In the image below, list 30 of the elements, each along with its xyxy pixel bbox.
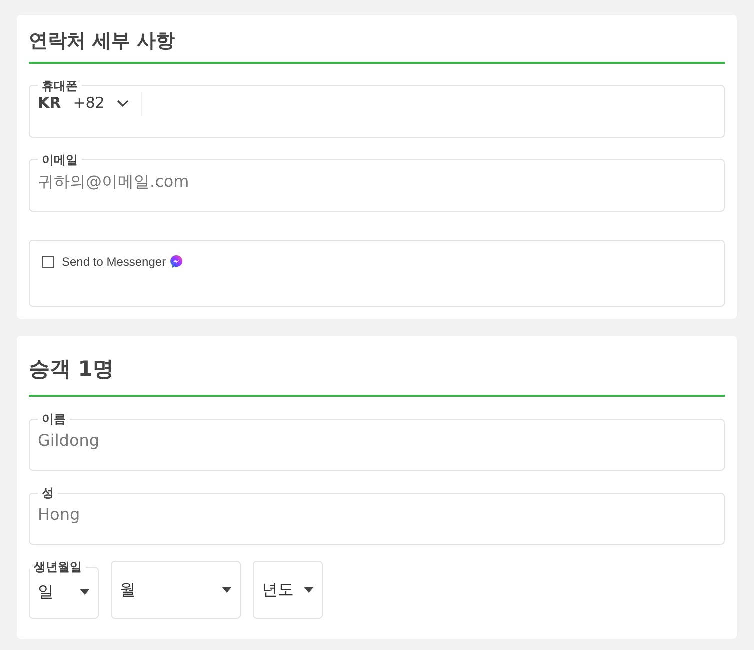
dropdown-arrow-icon	[304, 587, 314, 593]
country-code-select[interactable]: KR +82	[38, 92, 142, 116]
date-select[interactable]: 생년월일 일	[29, 561, 99, 619]
first-name-input[interactable]: Gildong	[38, 425, 716, 453]
field-label: 성	[41, 487, 55, 499]
first-name-field[interactable]: 이름 Gildong	[29, 413, 725, 471]
email-field[interactable]: 이메일 귀하의@이메일.com	[29, 154, 725, 212]
checkbox-label: Send to Messenger	[62, 254, 166, 270]
messenger-icon	[170, 255, 184, 268]
checkbox[interactable]	[42, 256, 54, 268]
field-label: 생년월일	[33, 561, 83, 573]
dropdown-arrow-icon	[80, 588, 90, 594]
chevron-down-icon	[116, 100, 129, 108]
section-title: 승객 1명	[29, 356, 115, 382]
last-name-field[interactable]: 성 Hong	[29, 487, 725, 545]
select-value: 일	[38, 580, 54, 602]
select-value: 월	[120, 579, 136, 601]
dropdown-arrow-icon	[222, 587, 232, 593]
phone-field[interactable]: 휴대폰 KR +82	[29, 80, 725, 138]
field-label: 이메일	[41, 154, 79, 166]
select-value: 년도	[262, 579, 294, 601]
date-select[interactable]: 월	[111, 561, 241, 619]
field-label: 휴대폰	[41, 80, 79, 92]
last-name-input[interactable]: Hong	[38, 499, 716, 527]
date-select[interactable]: 년도	[253, 561, 323, 619]
section-title: 연락처 세부 사항	[29, 29, 176, 54]
dial-code: +82	[73, 93, 105, 114]
field-label: 이름	[41, 413, 67, 425]
email-input[interactable]: 귀하의@이메일.com	[38, 166, 716, 194]
country-code: KR	[38, 93, 62, 114]
